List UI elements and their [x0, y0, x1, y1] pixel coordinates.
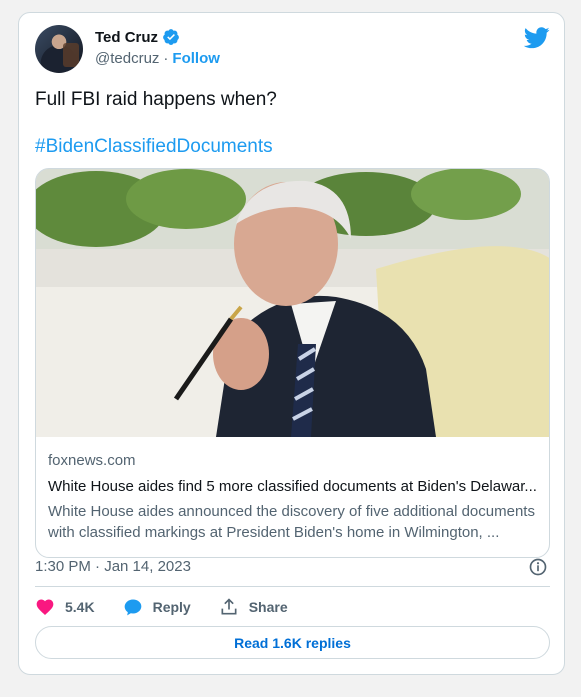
- reply-button[interactable]: Reply: [123, 597, 191, 617]
- reply-label: Reply: [152, 599, 191, 615]
- info-icon[interactable]: [528, 557, 548, 577]
- verified-badge-icon: [163, 29, 179, 45]
- reply-bubble-icon: [124, 599, 141, 616]
- like-count: 5.4K: [65, 599, 95, 615]
- share-icon: [221, 598, 237, 615]
- tweet-timestamp[interactable]: 1:30 PM · Jan 14, 2023: [35, 558, 191, 575]
- tweet-header: Ted Cruz @tedcruz · Follow: [35, 25, 550, 73]
- handle-separator: ·: [163, 50, 169, 67]
- author-handle[interactable]: @tedcruz: [95, 50, 159, 67]
- heart-icon: [36, 599, 54, 615]
- link-domain: foxnews.com: [48, 452, 136, 469]
- share-label: Share: [248, 599, 288, 615]
- read-replies-button[interactable]: Read 1.6K replies: [35, 626, 550, 659]
- tweet-embed-card: Ted Cruz @tedcruz · Follow Full FBI raid…: [18, 12, 565, 675]
- follow-button[interactable]: Follow: [172, 50, 220, 67]
- hashtag-link[interactable]: #BidenClassifiedDocuments: [35, 134, 273, 159]
- link-preview-meta: foxnews.com White House aides find 5 mor…: [48, 451, 538, 543]
- twitter-bird-icon[interactable]: [524, 27, 550, 49]
- link-preview-card[interactable]: foxnews.com White House aides find 5 mor…: [35, 168, 550, 558]
- action-bar: 5.4K Reply Share: [35, 597, 316, 617]
- author-handle-row: @tedcruz · Follow: [95, 50, 220, 67]
- link-preview-image: [36, 169, 549, 437]
- like-button[interactable]: 5.4K: [35, 597, 95, 617]
- divider: [35, 586, 550, 587]
- author-name[interactable]: Ted Cruz: [95, 29, 158, 46]
- link-title: White House aides find 5 more classified…: [48, 478, 537, 495]
- share-button[interactable]: Share: [219, 597, 288, 617]
- author-name-row: Ted Cruz: [95, 28, 180, 46]
- photo-illustration: [36, 169, 549, 437]
- tweet-text: Full FBI raid happens when?: [35, 89, 277, 110]
- author-avatar[interactable]: [35, 25, 83, 73]
- link-description: White House aides announced the discover…: [48, 503, 535, 541]
